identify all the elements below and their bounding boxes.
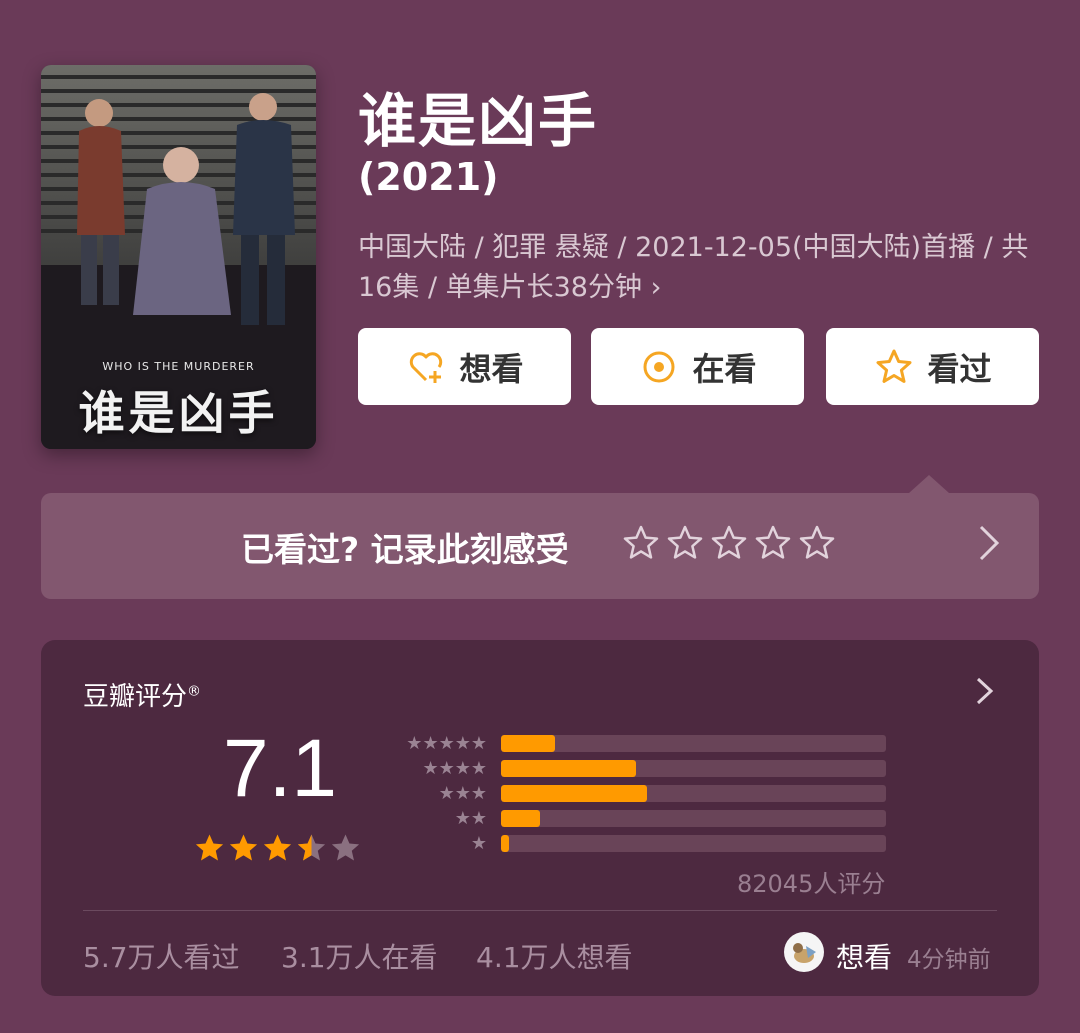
star-outline-icon[interactable] (753, 523, 793, 563)
star-filled-icon (229, 834, 258, 861)
bar-fill (501, 760, 636, 777)
target-icon (643, 351, 675, 382)
rating-count: 82045人评分 (737, 870, 886, 898)
star-outline-icon (876, 349, 912, 383)
rate-prompt-card[interactable]: 已看过? 记录此刻感受 (41, 475, 1039, 599)
rating-bar-3: ★ ★ ★ (391, 783, 886, 804)
watching-button[interactable]: 在看 (591, 328, 804, 405)
want-count[interactable]: 4.1万人想看 (476, 936, 633, 976)
bar-track (501, 735, 886, 752)
meta-info[interactable]: 中国大陆 / 犯罪 悬疑 / 2021-12-05(中国大陆)首播 / 共16集… (358, 228, 1038, 308)
rate-stars[interactable] (621, 523, 837, 563)
poster-image[interactable]: WHO IS THE MURDERER 谁是凶手 (41, 65, 316, 449)
bar-fill (501, 835, 509, 852)
watched-label: 看过 (927, 349, 992, 388)
want-to-watch-button[interactable]: 想看 (358, 328, 571, 405)
watching-label: 在看 (692, 349, 757, 388)
rating-bar-2: ★ ★ (391, 808, 886, 829)
star-empty-icon (331, 834, 360, 861)
star-outline-icon[interactable] (709, 523, 749, 563)
one-star-icons: ★ (470, 833, 487, 854)
watching-count[interactable]: 3.1万人在看 (281, 936, 438, 976)
three-star-icons: ★ ★ ★ (438, 783, 487, 804)
bar-track (501, 810, 886, 827)
four-star-icons: ★ ★ ★ ★ (422, 758, 487, 779)
bar-track (501, 785, 886, 802)
star-outline-icon[interactable] (797, 523, 837, 563)
avatar[interactable] (784, 932, 824, 972)
poster-title: 谁是凶手 (78, 386, 279, 440)
star-outline-icon[interactable] (665, 523, 705, 563)
score-stars (193, 832, 362, 865)
friend-activity-time: 4分钟前 (907, 947, 991, 973)
rating-bar-4: ★ ★ ★ ★ (391, 758, 886, 779)
rating-score: 7.1 (223, 723, 337, 814)
bar-track (501, 835, 886, 852)
chevron-right-icon[interactable] (975, 676, 995, 706)
registered-mark: ® (187, 683, 202, 700)
friend-activity: 想看 (836, 941, 893, 974)
bar-fill (501, 735, 555, 752)
bar-track (501, 760, 886, 777)
douban-rating-card[interactable]: 豆瓣评分® 7.1 ★ ★ ★ ★ ★ ★ ★ ★ ★ ★ ★ ★ ★ ★ ★ 82045人评分 (41, 640, 1039, 996)
meta-text: 中国大陆 / 犯罪 悬疑 / 2021-12-05(中国大陆)首播 / 共16集… (358, 232, 1029, 303)
chevron-right-icon (979, 525, 1000, 561)
chevron-right-icon: › (650, 272, 662, 303)
rating-bar-5: ★ ★ ★ ★ ★ (391, 733, 886, 754)
want-to-watch-label: 想看 (459, 349, 524, 388)
star-half-icon (297, 834, 326, 861)
star-outline-icon[interactable] (621, 523, 661, 563)
poster-subtitle: WHO IS THE MURDERER (102, 360, 255, 373)
five-star-icons: ★ ★ ★ ★ ★ (406, 733, 487, 754)
page-title: 谁是凶手 (358, 87, 599, 155)
bar-fill (501, 785, 648, 802)
rating-bar-1: ★ (391, 833, 886, 854)
star-filled-icon (263, 834, 292, 861)
rating-label: 豆瓣评分® (83, 676, 201, 713)
release-year: (2021) (358, 155, 499, 199)
heart-plus-icon (410, 351, 443, 383)
divider (83, 910, 997, 911)
bar-fill (501, 810, 540, 827)
rate-prompt-text: 已看过? 记录此刻感受 (241, 530, 569, 569)
star-filled-icon (195, 834, 224, 861)
rating-label-text: 豆瓣评分 (83, 682, 188, 712)
two-star-icons: ★ ★ (454, 808, 487, 829)
watched-count[interactable]: 5.7万人看过 (83, 936, 240, 976)
watched-button[interactable]: 看过 (826, 328, 1039, 405)
